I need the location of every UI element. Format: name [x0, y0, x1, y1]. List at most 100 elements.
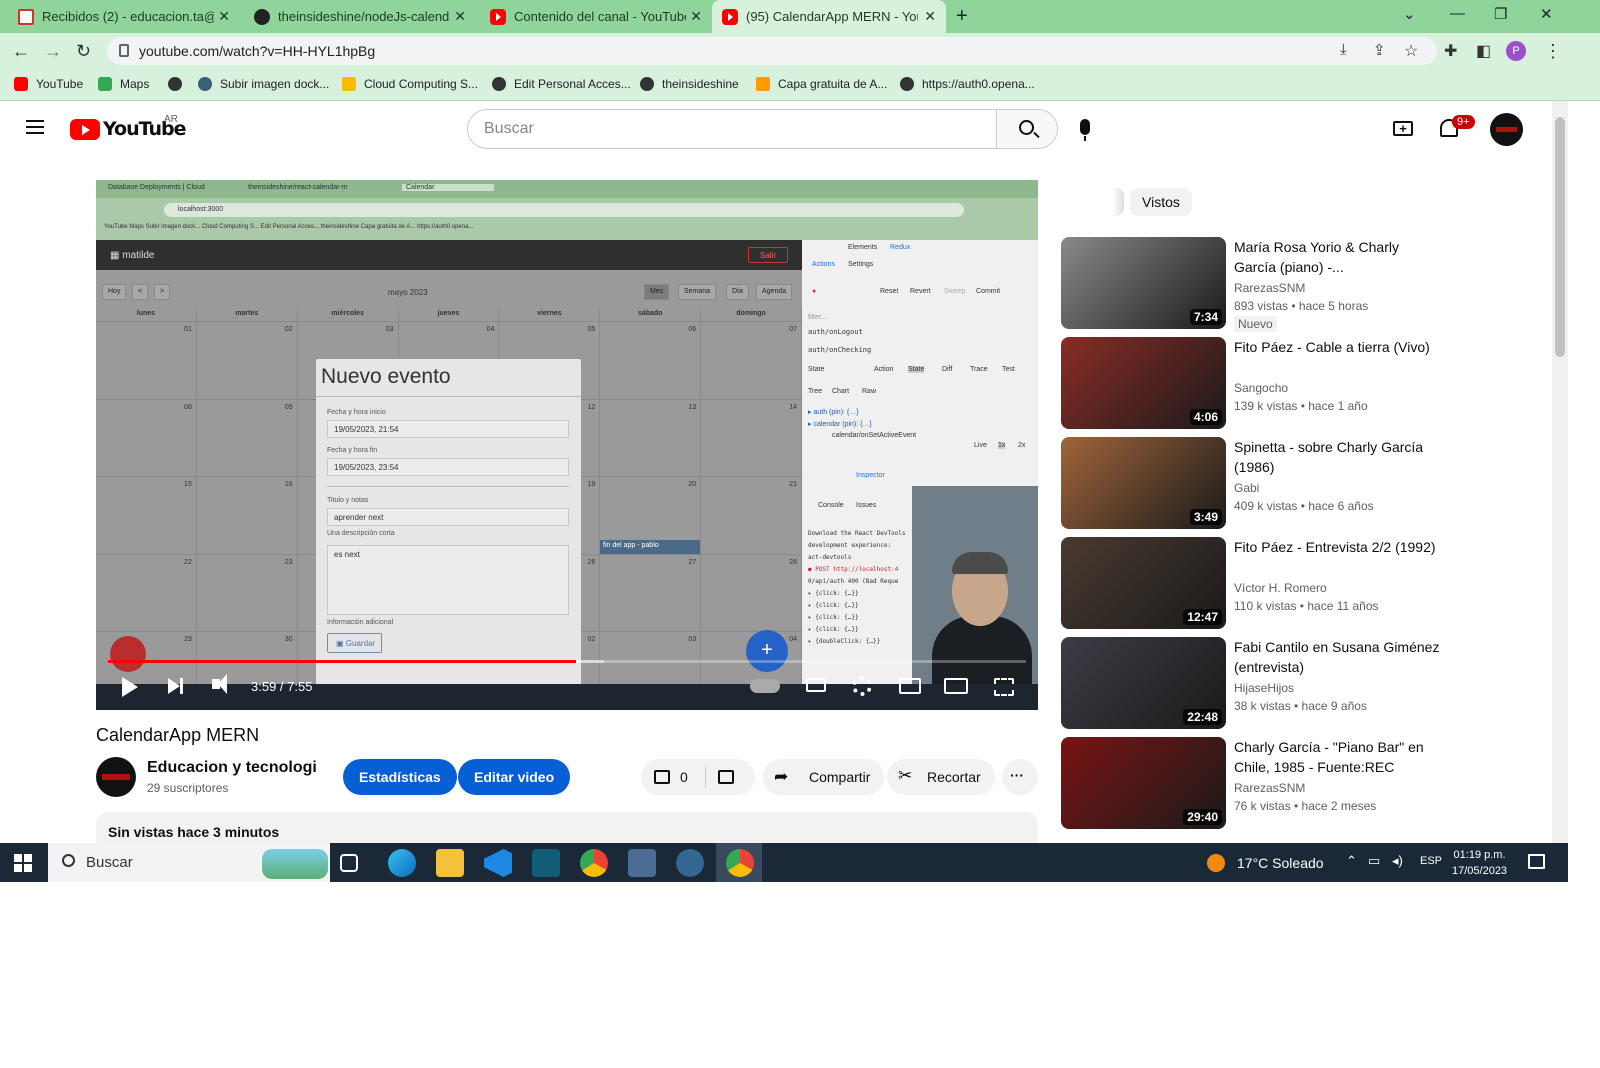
tab-title: Recibidos (2) - educacion.ta@gm: [42, 9, 214, 24]
fullscreen-icon[interactable]: [994, 678, 1014, 696]
account-avatar[interactable]: [1490, 113, 1523, 146]
install-icon[interactable]: ⤓: [1340, 41, 1347, 58]
microphone-icon[interactable]: [1080, 119, 1090, 141]
search-button[interactable]: [996, 109, 1058, 149]
play-icon[interactable]: [122, 677, 138, 697]
network-icon[interactable]: ▭: [1368, 853, 1380, 869]
tab-gmail[interactable]: Recibidos (2) - educacion.ta@gm ✕: [8, 0, 240, 33]
maximize-button[interactable]: ❐: [1494, 5, 1507, 23]
minimize-button[interactable]: —: [1450, 5, 1465, 22]
tab-search-icon[interactable]: ⌄: [1403, 5, 1416, 23]
channel-avatar[interactable]: [96, 757, 136, 797]
page-scrollbar[interactable]: [1552, 101, 1568, 843]
windows-start-icon[interactable]: [14, 854, 32, 872]
next-video-icon[interactable]: [168, 678, 183, 694]
scrollbar-thumb[interactable]: [1555, 117, 1565, 357]
close-icon[interactable]: ✕: [690, 8, 702, 25]
more-actions-button[interactable]: ···: [1002, 759, 1038, 795]
progress-bar[interactable]: [108, 660, 1026, 663]
video-thumbnail[interactable]: 12:47: [1061, 537, 1226, 629]
language-indicator[interactable]: ESP: [1420, 855, 1442, 867]
recommendation-item[interactable]: 12:47 Fito Páez - Entrevista 2/2 (1992) Ví…: [1061, 537, 1561, 629]
recommendation-item[interactable]: 3:49 Spinetta - sobre Charly García (1986…: [1061, 437, 1561, 529]
back-icon[interactable]: ←: [12, 41, 30, 62]
subtitles-icon[interactable]: [806, 678, 826, 692]
menu-icon[interactable]: ⋮: [1544, 41, 1562, 62]
star-icon[interactable]: ☆: [1404, 41, 1418, 61]
app-icon[interactable]: [532, 849, 560, 877]
recommendation-item[interactable]: 4:06 Fito Páez - Cable a tierra (Vivo) San…: [1061, 337, 1561, 429]
hamburger-menu-icon[interactable]: [26, 120, 44, 134]
like-icon[interactable]: [654, 770, 670, 784]
theater-mode-icon[interactable]: [944, 678, 968, 694]
tab-calendarapp[interactable]: (95) CalendarApp MERN - YouTub ✕: [712, 0, 946, 33]
tab-youtube-studio[interactable]: Contenido del canal - YouTube S ✕: [480, 0, 712, 33]
url-text: youtube.com/watch?v=HH-HYL1hpBg: [139, 43, 376, 59]
recommendation-item[interactable]: 29:40 Charly García - "Piano Bar" en Chil…: [1061, 737, 1561, 829]
chrome-icon[interactable]: [580, 849, 608, 877]
close-icon[interactable]: ✕: [924, 8, 936, 25]
postgres-icon[interactable]: [676, 849, 704, 877]
close-window-button[interactable]: ✕: [1540, 5, 1553, 23]
share-icon[interactable]: ⇪: [1373, 41, 1386, 59]
mysql-icon[interactable]: [628, 849, 656, 877]
bookmark-cloud[interactable]: Cloud Computing S...: [342, 77, 478, 91]
edge-icon[interactable]: [388, 849, 416, 877]
youtube-logo[interactable]: YouTube AR: [70, 114, 186, 140]
stats-button[interactable]: Estadísticas: [343, 759, 457, 795]
notification-center-icon[interactable]: [1528, 854, 1545, 869]
chip-vistos[interactable]: Vistos: [1130, 188, 1192, 216]
video-player[interactable]: Database Deployments | Cloud theinsidesh…: [96, 180, 1038, 710]
file-explorer-icon[interactable]: [436, 849, 464, 877]
forward-icon[interactable]: →: [44, 41, 62, 62]
bookmark-theinsideshine[interactable]: theinsideshine: [640, 77, 739, 91]
video-thumbnail[interactable]: 4:06: [1061, 337, 1226, 429]
reload-icon[interactable]: ↻: [76, 41, 91, 62]
tray-chevron-icon[interactable]: ⌃: [1346, 853, 1357, 869]
taskbar-clock[interactable]: 01:19 p.m. 17/05/2023: [1452, 847, 1507, 879]
autoplay-toggle[interactable]: [750, 679, 780, 693]
bookmark-youtube[interactable]: YouTube: [14, 77, 83, 91]
tab-github[interactable]: theinsideshine/nodeJs-calendar ✕: [244, 0, 476, 33]
close-icon[interactable]: ✕: [218, 8, 230, 25]
video-thumbnail[interactable]: 3:49: [1061, 437, 1226, 529]
vscode-icon[interactable]: [484, 849, 512, 877]
miniplayer-icon[interactable]: [899, 678, 921, 694]
console-line: ▸ {doubleClick: {…}}: [808, 638, 881, 645]
video-thumbnail[interactable]: 7:34: [1061, 237, 1226, 329]
chrome-profile-icon[interactable]: [726, 849, 754, 877]
bookmark-web[interactable]: [168, 77, 190, 91]
bookmark-aws[interactable]: Capa gratuita de A...: [756, 77, 887, 91]
bookmark-github-token[interactable]: Edit Personal Acces...: [492, 77, 631, 91]
app-user: matilde: [122, 250, 155, 261]
volume-icon[interactable]: [212, 674, 227, 694]
profile-avatar[interactable]: P: [1506, 41, 1526, 61]
bookmark-maps[interactable]: Maps: [98, 77, 149, 91]
chip-scroll-left[interactable]: [1112, 188, 1124, 216]
edit-video-button[interactable]: Editar video: [458, 759, 571, 795]
bookmark-auth0[interactable]: https://auth0.opena...: [900, 77, 1035, 91]
extensions-icon[interactable]: ✚: [1444, 41, 1457, 61]
weather-widget[interactable]: 17°C Soleado: [1207, 854, 1324, 872]
close-icon[interactable]: ✕: [454, 8, 466, 25]
day-cell: 13: [600, 399, 702, 478]
sidepanel-icon[interactable]: ◧: [1476, 41, 1491, 61]
video-thumbnail[interactable]: 29:40: [1061, 737, 1226, 829]
video-taskbar: [96, 684, 1038, 710]
task-view-icon[interactable]: [340, 854, 358, 872]
channel-name[interactable]: Educacion y tecnologi...: [147, 759, 317, 777]
search-input[interactable]: Buscar: [467, 109, 997, 149]
aws-icon: [756, 77, 770, 91]
clock-time: 01:19 p.m.: [1453, 849, 1506, 861]
video-thumbnail[interactable]: 22:48: [1061, 637, 1226, 729]
settings-gear-icon[interactable]: [852, 676, 872, 696]
address-bar[interactable]: youtube.com/watch?v=HH-HYL1hpBg: [107, 37, 1437, 65]
bookmark-wordpress[interactable]: Subir imagen dock...: [198, 77, 329, 91]
volume-tray-icon[interactable]: ◂): [1392, 853, 1403, 869]
new-tab-button[interactable]: +: [956, 5, 968, 28]
add-fab-icon: +: [746, 630, 788, 672]
recommendation-item[interactable]: 22:48 Fabi Cantilo en Susana Giménez (ent…: [1061, 637, 1561, 729]
dislike-icon[interactable]: [718, 770, 734, 784]
create-video-icon[interactable]: +: [1393, 121, 1413, 136]
recommendation-item[interactable]: 7:34 María Rosa Yorio & Charly García (pi…: [1061, 237, 1561, 332]
